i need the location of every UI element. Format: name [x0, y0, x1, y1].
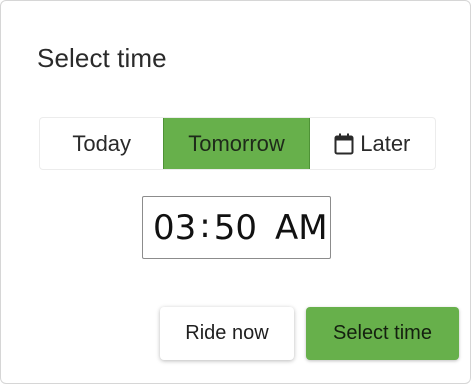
ride-now-label: Ride now: [185, 322, 269, 344]
day-option-label: Tomorrow: [188, 130, 285, 156]
day-option-today[interactable]: Today: [40, 118, 163, 169]
dialog-title: Select time: [37, 43, 167, 73]
minute-field[interactable]: 50: [214, 208, 257, 248]
day-option-tomorrow[interactable]: Tomorrow: [163, 118, 310, 169]
select-time-dialog: Select time Today Tomorrow Later 03 : 50…: [0, 0, 471, 384]
select-time-label: Select time: [333, 322, 432, 344]
day-option-label: Today: [72, 130, 132, 156]
day-option-later[interactable]: Later: [310, 118, 435, 169]
period-field[interactable]: AM: [275, 208, 328, 248]
ride-now-button[interactable]: Ride now: [160, 307, 294, 360]
select-time-button[interactable]: Select time: [306, 307, 459, 360]
calendar-icon: [334, 133, 354, 155]
time-input[interactable]: 03 : 50 AM: [142, 196, 331, 259]
day-option-label: Later: [360, 130, 411, 156]
day-selector: Today Tomorrow Later: [39, 117, 436, 170]
hour-field[interactable]: 03: [153, 208, 196, 248]
time-separator: :: [199, 205, 211, 246]
